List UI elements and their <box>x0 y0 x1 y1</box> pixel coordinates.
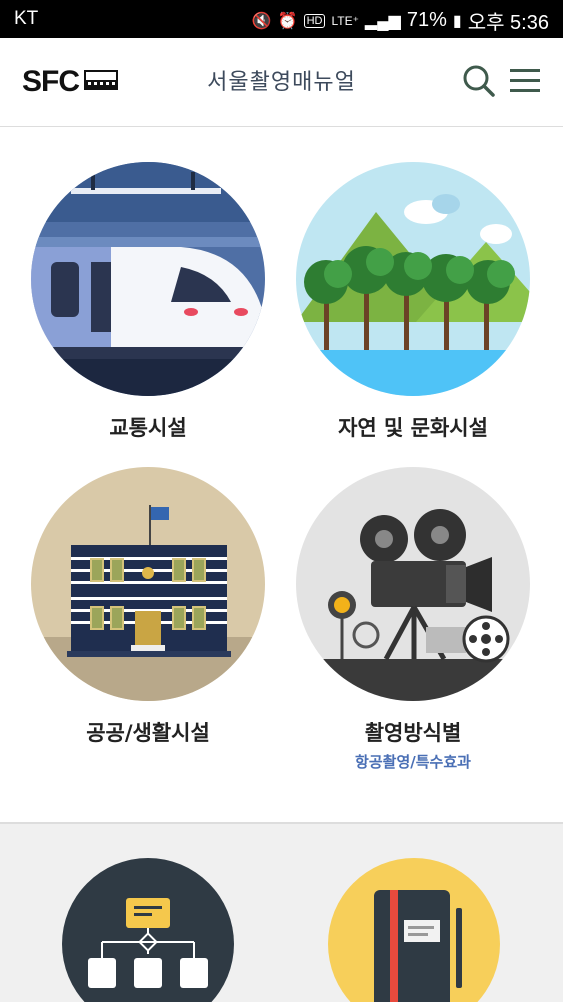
category-nature-culture[interactable]: 자연 및 문화시설 <box>293 162 533 442</box>
category-sub-link[interactable]: 항공촬영/특수효과 <box>293 751 533 772</box>
category-grid: 교통시설 자연 및 문화시설 공공/생활시설 촬영방식별 항공촬영/특수효과 <box>0 127 563 820</box>
org-chart-icon <box>88 898 208 988</box>
battery-icon: ▮ <box>452 12 462 30</box>
category-public-living[interactable]: 공공/생활시설 <box>28 467 268 747</box>
notebook-icon <box>374 890 462 1002</box>
org-chart-item[interactable] <box>62 858 234 1002</box>
nature-image <box>296 162 530 396</box>
category-label: 촬영방식별 <box>364 721 462 745</box>
hd-icon: HD <box>303 13 326 28</box>
train-image <box>31 162 265 396</box>
alarm-icon: ⏰ <box>277 12 298 30</box>
carrier-label: KT <box>14 8 39 29</box>
notebook-item[interactable] <box>328 858 500 1002</box>
search-icon[interactable] <box>462 64 496 98</box>
status-icons: 🔇 ⏰ HD LTE⁺ ▂▄▆ 71% ▮ 오후 5:36 <box>252 6 549 35</box>
clock: 오후 5:36 <box>467 12 549 34</box>
category-transport[interactable]: 교통시설 <box>28 162 268 442</box>
app-header: SFC 서울촬영매뉴얼 <box>0 38 563 127</box>
category-label: 교통시설 <box>109 416 187 440</box>
category-label: 자연 및 문화시설 <box>338 416 488 440</box>
lte-icon: LTE⁺ <box>331 13 359 28</box>
status-bar: KT 🔇 ⏰ HD LTE⁺ ▂▄▆ 71% ▮ 오후 5:36 <box>0 0 563 38</box>
building-image <box>31 467 265 701</box>
menu-icon[interactable] <box>508 66 542 96</box>
signal-icon: ▂▄▆ <box>364 12 401 30</box>
category-label: 공공/생활시설 <box>86 721 210 745</box>
battery-percent: 71% <box>406 9 447 31</box>
more-section <box>0 822 563 1002</box>
category-filming-method[interactable]: 촬영방식별 항공촬영/특수효과 <box>293 467 533 772</box>
camera-image <box>296 467 530 701</box>
mute-icon: 🔇 <box>251 12 272 30</box>
